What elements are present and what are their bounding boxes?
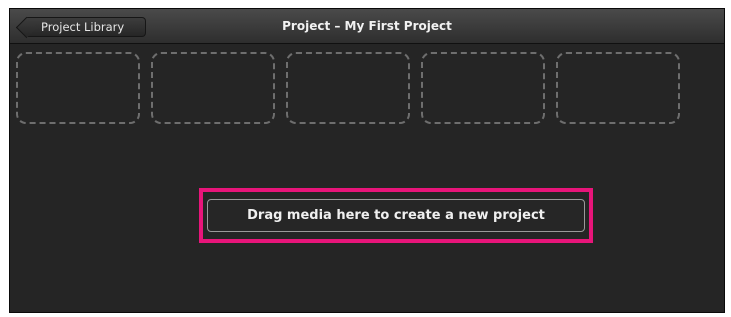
clip-placeholder xyxy=(151,52,275,124)
clip-placeholder xyxy=(16,52,140,124)
back-button-label: Project Library xyxy=(41,20,125,34)
clip-placeholder xyxy=(421,52,545,124)
drop-zone-label: Drag media here to create a new project xyxy=(247,208,545,223)
project-library-back-button[interactable]: Project Library xyxy=(27,17,146,37)
project-window: Project Library Project – My First Proje… xyxy=(9,8,725,313)
clip-placeholder-row xyxy=(16,52,680,124)
toolbar: Project Library Project – My First Proje… xyxy=(10,9,724,44)
drag-media-drop-zone[interactable]: Drag media here to create a new project xyxy=(207,199,585,232)
clip-placeholder xyxy=(556,52,680,124)
clip-placeholder xyxy=(286,52,410,124)
